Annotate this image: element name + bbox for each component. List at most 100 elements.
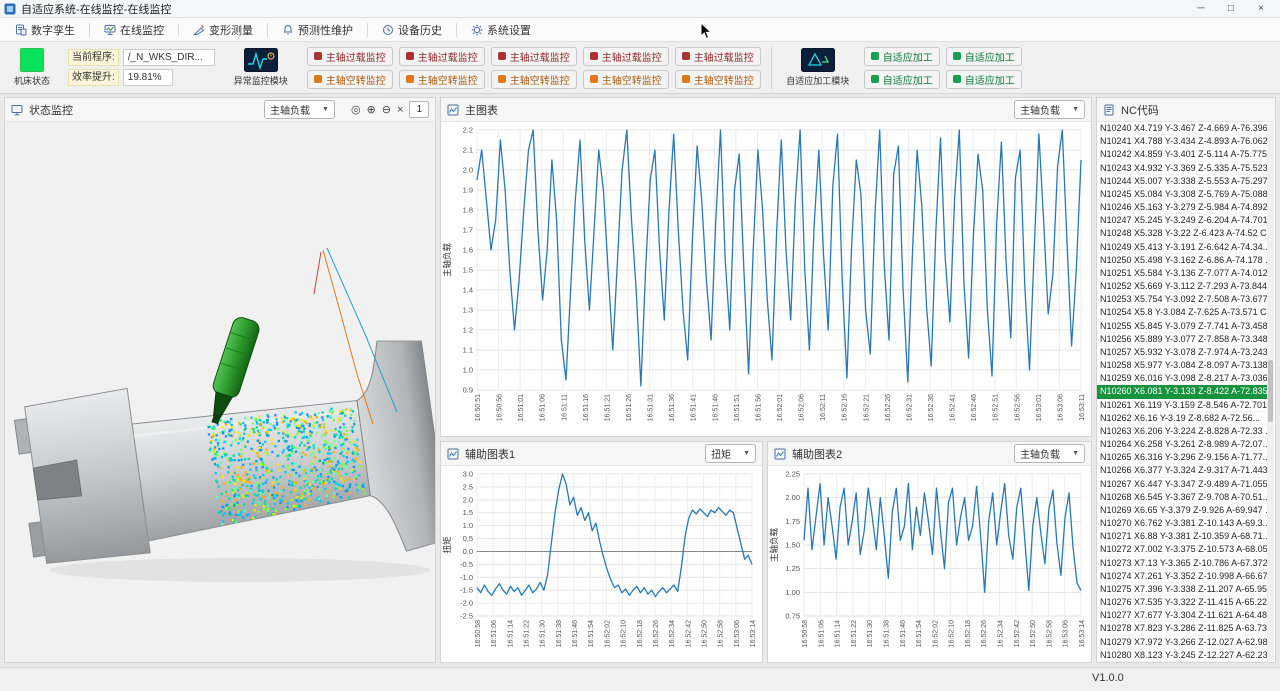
menu-item-system-settings[interactable]: 系统设置 — [462, 20, 540, 40]
menu-item-digital-twin[interactable]: 数字孪生 — [6, 20, 84, 40]
nc-code-line[interactable]: N10276 X7.535 Y-3.322 Z-11.415 A-65.22..… — [1097, 596, 1268, 609]
nc-code-line[interactable]: N10244 X5.007 Y-3.338 Z-5.553 A-75.297 — [1097, 175, 1268, 188]
toolbar-separator — [456, 23, 457, 37]
nc-code-line[interactable]: N10268 X6.545 Y-3.367 Z-9.708 A-70.51... — [1097, 491, 1268, 504]
nc-code-line[interactable]: N10251 X5.584 Y-3.136 Z-7.077 A-74.012 — [1097, 267, 1268, 280]
spindle-idle-monitor-button[interactable]: 主轴空转监控 — [583, 70, 669, 89]
spindle-overload-monitor-button[interactable]: 主轴过载监控 — [491, 47, 577, 66]
menu-item-online-monitor[interactable]: 在线监控 — [95, 20, 173, 40]
svg-text:1.1: 1.1 — [463, 346, 473, 355]
nc-code-line[interactable]: N10249 X5.413 Y-3.191 Z-6.642 A-74.34... — [1097, 241, 1268, 254]
aux-chart2-signal-dropdown[interactable]: 主轴负载 ▼ — [1014, 444, 1085, 463]
nc-code-line[interactable]: N10278 X7.823 Y-3.286 Z-11.825 A-63.73..… — [1097, 622, 1268, 635]
fit-view-icon[interactable]: × — [397, 104, 403, 116]
svg-text:16:52:42: 16:52:42 — [685, 620, 692, 647]
svg-text:16:52:26: 16:52:26 — [653, 620, 660, 647]
aux-chart2-signal-value: 主轴负载 — [1020, 446, 1060, 461]
svg-text:主轴负载: 主轴负载 — [442, 243, 452, 278]
nc-code-line[interactable]: N10267 X6.447 Y-3.347 Z-9.489 A-71.055 — [1097, 478, 1268, 491]
nc-code-line[interactable]: N10245 X5.084 Y-3.308 Z-5.769 A-75.088 — [1097, 188, 1268, 201]
nc-code-line[interactable]: N10279 X7.972 Y-3.266 Z-12.027 A-62.98..… — [1097, 636, 1268, 649]
aux-chart1-signal-dropdown[interactable]: 扭矩 ▼ — [705, 444, 756, 463]
adaptive-module-label: 自适应加工模块 — [786, 74, 849, 87]
nc-code-line[interactable]: N10264 X6.258 Y-3.261 Z-8.989 A-72.07... — [1097, 438, 1268, 451]
svg-text:-0.5: -0.5 — [460, 560, 473, 569]
spindle-idle-monitor-button[interactable]: 主轴空转监控 — [675, 70, 761, 89]
nc-code-line[interactable]: N10271 X6.88 Y-3.381 Z-10.359 A-68.71... — [1097, 530, 1268, 543]
3d-viewport[interactable] — [5, 122, 435, 662]
svg-text:16:51:31: 16:51:31 — [648, 394, 655, 421]
nc-code-line[interactable]: N10240 X4.719 Y-3.467 Z-4.669 A-76.396 — [1097, 122, 1268, 135]
nc-code-line[interactable]: N10253 X5.754 Y-3.092 Z-7.508 A-73.677 — [1097, 293, 1268, 306]
nc-code-line[interactable]: N10242 X4.859 Y-3.401 Z-5.114 A-75.775 — [1097, 148, 1268, 161]
adaptive-machining-button-label: 自适应加工 — [965, 72, 1015, 87]
nc-code-line[interactable]: N10265 X6.316 Y-3.296 Z-9.156 A-71.77... — [1097, 451, 1268, 464]
nc-code-line[interactable]: N10280 X8.123 Y-3.245 Z-12.227 A-62.23..… — [1097, 649, 1268, 662]
adaptive-machining-button[interactable]: 自适应加工 — [864, 70, 940, 89]
machine-status-label: 机床状态 — [14, 74, 50, 87]
nc-code-line[interactable]: N10255 X5.845 Y-3.079 Z-7.741 A-73.458 — [1097, 320, 1268, 333]
minimize-button[interactable]: ─ — [1186, 0, 1216, 17]
statusbar: V1.0.0 — [0, 667, 1280, 691]
nc-code-line[interactable]: N10277 X7.677 Y-3.304 Z-11.621 A-64.48..… — [1097, 609, 1268, 622]
menu-item-predictive-maintenance[interactable]: 预测性维护 — [273, 20, 362, 40]
nc-code-line[interactable]: N10273 X7.13 Y-3.365 Z-10.786 A-67.372 — [1097, 557, 1268, 570]
spindle-overload-monitor-button[interactable]: 主轴过载监控 — [583, 47, 669, 66]
nc-code-line[interactable]: N10254 X5.8 Y-3.084 Z-7.625 A-73.571 C..… — [1097, 306, 1268, 319]
adaptive-icon — [953, 75, 961, 83]
nc-scrollbar-thumb[interactable] — [1268, 360, 1273, 422]
svg-text:16:52:02: 16:52:02 — [604, 620, 611, 647]
zoom-level-box[interactable]: 1 — [409, 101, 429, 118]
nc-code-line[interactable]: N10274 X7.261 Y-3.352 Z-10.998 A-66.67..… — [1097, 570, 1268, 583]
menu-item-device-history[interactable]: 设备历史 — [373, 20, 451, 40]
nc-code-line[interactable]: N10256 X5.889 Y-3.077 Z-7.858 A-73.348 — [1097, 333, 1268, 346]
spindle-overload-monitor-button-label: 主轴过载监控 — [694, 49, 754, 64]
nc-code-line[interactable]: N10246 X5.163 Y-3.279 Z-5.984 A-74.892 — [1097, 201, 1268, 214]
menu-item-deformation-measure[interactable]: 变形测量 — [184, 20, 262, 40]
nc-code-line[interactable]: N10272 X7.002 Y-3.375 Z-10.573 A-68.05..… — [1097, 543, 1268, 556]
svg-text:16:53:11: 16:53:11 — [1079, 394, 1086, 421]
nc-code-line-active[interactable]: N10260 X6.081 Y-3.133 Z-8.422 A-72.835 — [1097, 385, 1268, 398]
spindle-idle-monitor-button[interactable]: 主轴空转监控 — [491, 70, 577, 89]
adaptive-machining-button[interactable]: 自适应加工 — [946, 70, 1022, 89]
spindle-idle-monitor-button[interactable]: 主轴空转监控 — [307, 70, 393, 89]
nc-code-line[interactable]: N10270 X6.762 Y-3.381 Z-10.143 A-69.3... — [1097, 517, 1268, 530]
zoom-in-icon[interactable]: ⊕ — [367, 103, 376, 116]
svg-text:1.00: 1.00 — [785, 588, 800, 597]
nc-code-line[interactable]: N10262 X6.16 Y-3.19 Z-8.682 A-72.56... — [1097, 412, 1268, 425]
spindle-overload-monitor-button[interactable]: 主轴过载监控 — [675, 47, 761, 66]
nc-code-line[interactable]: N10250 X5.498 Y-3.162 Z-6.86 A-74.178 ..… — [1097, 254, 1268, 267]
spindle-overload-monitor-button[interactable]: 主轴过载监控 — [399, 47, 485, 66]
adaptive-machining-button[interactable]: 自适应加工 — [864, 47, 940, 66]
nc-scrollbar[interactable] — [1267, 123, 1274, 661]
nc-code-line[interactable]: N10261 X6.119 Y-3.159 Z-8.546 A-72.701 — [1097, 399, 1268, 412]
svg-text:2.0: 2.0 — [463, 495, 473, 504]
zoom-out-icon[interactable]: ⊖ — [382, 103, 391, 116]
nc-code-line[interactable]: N10248 X5.328 Y-3.22 Z-6.423 A-74.52 C..… — [1097, 227, 1268, 240]
nc-code-line[interactable]: N10258 X5.977 Y-3.084 Z-8.097 A-73.138 — [1097, 359, 1268, 372]
main-chart-signal-dropdown[interactable]: 主轴负载 ▼ — [1014, 100, 1085, 119]
reset-view-icon[interactable]: ◎ — [351, 103, 361, 116]
nc-code-line[interactable]: N10263 X6.206 Y-3.224 Z-8.828 A-72.33 ..… — [1097, 425, 1268, 438]
spindle-overload-monitor-button[interactable]: 主轴过载监控 — [307, 47, 393, 66]
svg-text:16:51:46: 16:51:46 — [712, 394, 719, 421]
adaptive-machining-button[interactable]: 自适应加工 — [946, 47, 1022, 66]
app-icon — [4, 3, 16, 15]
nc-code-line[interactable]: N10247 X5.245 Y-3.249 Z-6.204 A-74.701 — [1097, 214, 1268, 227]
nc-code-line[interactable]: N10252 X5.669 Y-3.112 Z-7.293 A-73.844 — [1097, 280, 1268, 293]
nc-code-line[interactable]: N10269 X6.65 Y-3.379 Z-9.926 A-69.947 ..… — [1097, 504, 1268, 517]
nc-code-line[interactable]: N10257 X5.932 Y-3.078 Z-7.974 A-73.243 — [1097, 346, 1268, 359]
nc-code-line[interactable]: N10275 X7.396 Y-3.338 Z-11.207 A-65.95..… — [1097, 583, 1268, 596]
svg-text:16:51:16: 16:51:16 — [583, 394, 590, 421]
maximize-button[interactable]: □ — [1216, 0, 1246, 17]
spindle-idle-monitor-button[interactable]: 主轴空转监控 — [399, 70, 485, 89]
nc-code-line[interactable]: N10241 X4.788 Y-3.434 Z-4.893 A-76.062 — [1097, 135, 1268, 148]
viewport-signal-dropdown[interactable]: 主轴负载 ▼ — [264, 100, 335, 119]
nc-code-line[interactable]: N10243 X4.932 Y-3.369 Z-5.335 A-75.523 — [1097, 162, 1268, 175]
menu-item-label: 设备历史 — [398, 22, 442, 38]
nc-code-line[interactable]: N10266 X6.377 Y-3.324 Z-9.317 A-71.443 — [1097, 464, 1268, 477]
svg-text:16:51:14: 16:51:14 — [507, 620, 514, 647]
close-button[interactable]: × — [1246, 0, 1276, 17]
svg-text:16:52:58: 16:52:58 — [718, 620, 725, 647]
nc-code-line[interactable]: N10259 X6.016 Y-3.098 Z-8.217 A-73.036 — [1097, 372, 1268, 385]
